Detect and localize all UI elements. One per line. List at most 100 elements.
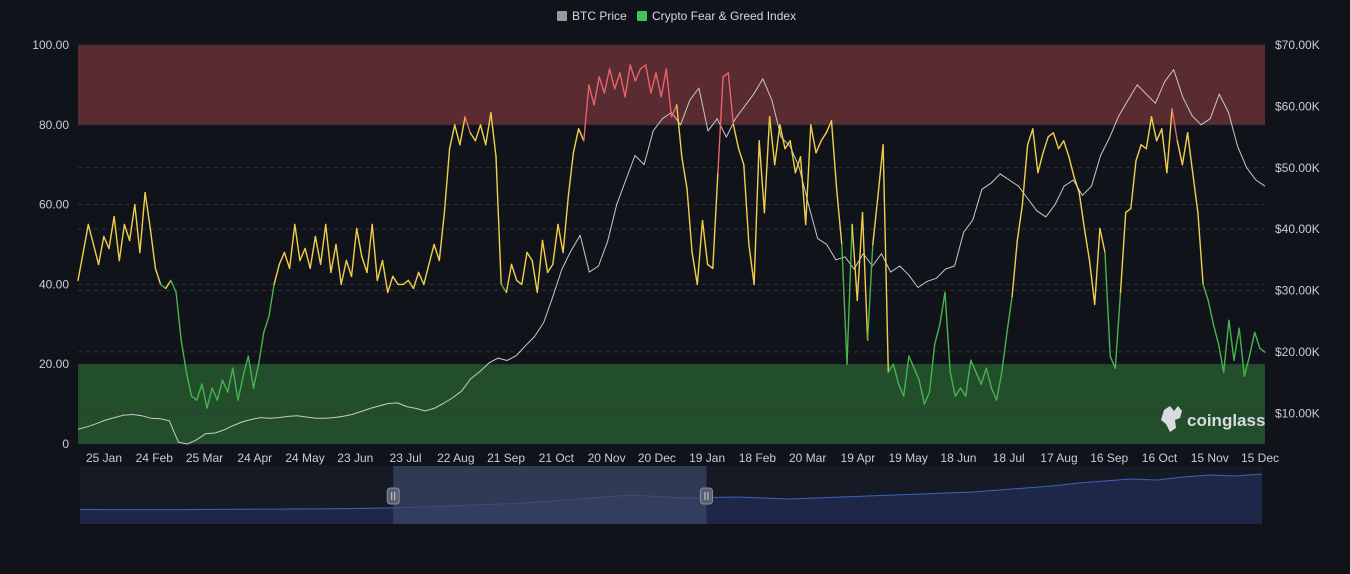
left-y-axis: 0 20.00 40.00 60.00 80.00 100.00 — [32, 38, 69, 451]
x-tick-label: 22 Aug — [437, 451, 474, 465]
fear-greed-segment — [443, 147, 451, 214]
x-tick-label: 15 Dec — [1241, 451, 1279, 465]
fear-greed-chart: BTC Price Crypto Fear & Greed Index 0 20.… — [0, 0, 1350, 569]
fear-greed-segment — [417, 271, 425, 286]
left-tick-label: 80.00 — [39, 118, 69, 132]
fear-greed-segment — [139, 191, 146, 254]
x-tick-label: 18 Jul — [993, 451, 1025, 465]
fear-greed-segment — [159, 283, 167, 290]
fear-greed-segment — [510, 263, 518, 282]
fear-greed-segment — [1093, 227, 1101, 306]
left-tick-label: 0 — [62, 437, 69, 451]
fear-greed-segment — [350, 227, 358, 278]
fear-greed-segment — [1155, 128, 1163, 142]
fear-greed-segment — [1233, 327, 1240, 361]
fear-greed-segment — [567, 151, 575, 198]
right-tick-label: $70.00K — [1275, 38, 1320, 52]
chart-svg: BTC Price Crypto Fear & Greed Index 0 20.… — [32, 9, 1320, 524]
fear-greed-segment — [706, 263, 714, 270]
fear-greed-segment — [283, 251, 291, 270]
fear-greed-segment — [1181, 132, 1189, 166]
fear-greed-segment — [562, 195, 569, 254]
fear-greed-segment — [526, 251, 533, 262]
fear-greed-segment — [944, 291, 951, 373]
fear-greed-segment — [345, 259, 353, 278]
fear-greed-segment — [356, 227, 363, 258]
fear-greed-segment — [1016, 203, 1024, 242]
fear-greed-segment — [366, 223, 373, 274]
fear-greed-segment — [340, 259, 348, 286]
fear-greed-legend-swatch[interactable] — [637, 11, 647, 21]
fear-greed-segment — [361, 255, 368, 274]
fear-greed-segment — [531, 259, 538, 294]
fear-greed-segment — [1073, 175, 1080, 194]
fear-greed-segment — [505, 263, 513, 294]
fear-greed-segment — [149, 227, 157, 270]
fear-greed-segment — [335, 243, 342, 286]
fear-greed-segment — [753, 140, 760, 286]
x-tick-label: 23 Jun — [337, 451, 373, 465]
fear-greed-segment — [841, 243, 848, 365]
fear-greed-segment — [428, 243, 435, 266]
fear-greed-segment — [82, 223, 90, 254]
fear-greed-segment — [268, 283, 275, 317]
fear-greed-segment — [1161, 128, 1168, 174]
fear-greed-legend-label[interactable]: Crypto Fear & Greed Index — [652, 9, 796, 23]
fear-greed-segment — [314, 235, 322, 266]
fear-greed-segment — [1062, 140, 1070, 158]
fear-greed-segment — [376, 259, 384, 282]
right-tick-label: $40.00K — [1275, 222, 1320, 236]
fear-greed-segment — [134, 203, 141, 254]
range-navigator[interactable] — [79, 466, 1263, 524]
fear-greed-segment — [454, 124, 461, 146]
fear-greed-segment — [577, 128, 585, 142]
navigator-left-handle[interactable] — [386, 487, 400, 505]
fear-greed-segment — [423, 263, 430, 286]
fear-greed-segment — [1114, 291, 1122, 369]
fear-greed-segment — [851, 223, 858, 302]
fear-greed-segment — [1052, 132, 1060, 150]
fear-greed-segment — [835, 187, 843, 246]
fear-greed-segment — [516, 279, 523, 286]
x-tick-label: 20 Dec — [638, 451, 676, 465]
fear-greed-segment — [288, 223, 296, 270]
fear-greed-segment — [108, 215, 115, 250]
btc-price-legend-swatch[interactable] — [557, 11, 567, 21]
fear-greed-segment — [1119, 211, 1127, 294]
fear-greed-segment — [1135, 144, 1142, 162]
fear-greed-segment — [861, 211, 869, 341]
btc-price-legend-label[interactable]: BTC Price — [572, 9, 627, 23]
x-tick-label: 19 May — [888, 451, 927, 465]
right-tick-label: $60.00K — [1275, 99, 1320, 113]
fear-greed-segment — [1253, 331, 1261, 349]
fear-greed-segment — [1068, 155, 1075, 178]
left-tick-label: 100.00 — [32, 38, 69, 52]
fear-greed-segment — [1191, 171, 1199, 214]
fear-greed-segment — [144, 191, 152, 230]
fear-greed-segment — [1037, 151, 1044, 174]
fear-greed-segment — [495, 155, 502, 286]
fear-greed-segment — [469, 132, 477, 142]
fear-greed-segment — [1212, 323, 1220, 345]
fear-greed-segment — [763, 116, 771, 214]
fear-greed-segment — [392, 275, 399, 286]
fear-greed-segment — [309, 235, 317, 270]
fear-greed-segment — [536, 239, 544, 294]
navigator-right-handle[interactable] — [699, 487, 713, 505]
x-tick-label: 21 Oct — [539, 451, 575, 465]
fear-greed-segment — [846, 223, 853, 365]
left-tick-label: 60.00 — [39, 198, 69, 212]
fear-greed-segment — [1011, 239, 1018, 298]
fear-greed-segment — [294, 223, 301, 262]
fear-greed-segment — [872, 195, 879, 246]
x-tick-label: 25 Mar — [186, 451, 223, 465]
navigator-selection[interactable] — [393, 466, 707, 524]
fear-greed-segment — [1130, 159, 1137, 210]
fear-greed-segment — [1088, 259, 1096, 306]
fear-greed-segment — [1104, 251, 1111, 357]
legend[interactable]: BTC Price Crypto Fear & Greed Index — [557, 9, 796, 23]
fear-greed-segment — [546, 263, 554, 274]
fear-greed-segment — [474, 124, 482, 142]
right-tick-label: $10.00K — [1275, 406, 1320, 420]
x-tick-label: 21 Sep — [487, 451, 525, 465]
